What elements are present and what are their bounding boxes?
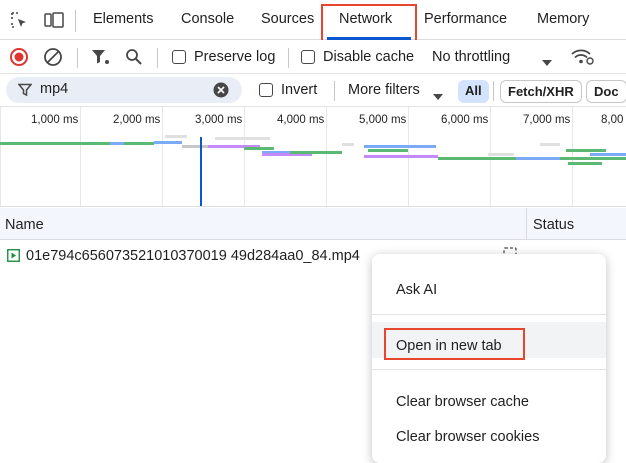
context-menu: Ask AI Open in new tab Clear browser cac… (372, 254, 606, 463)
network-toolbar: Preserve log Disable cache No throttling (0, 40, 626, 74)
menu-item-ask-ai[interactable]: Ask AI (372, 274, 606, 308)
type-filter-all[interactable]: All (458, 80, 489, 103)
overview-bar (368, 149, 408, 152)
tab-console[interactable]: Console (181, 11, 234, 27)
record-stop-icon[interactable] (9, 47, 29, 67)
clear-icon[interactable] (43, 47, 63, 67)
overview-bar (590, 153, 626, 156)
overview-bar (516, 157, 560, 160)
type-filter-fetch-xhr[interactable]: Fetch/XHR (500, 80, 582, 103)
overview-bar (364, 155, 438, 158)
request-name[interactable]: 01e794c656073521010370019 49d284aa0_84.m… (26, 248, 360, 264)
overview-bar (110, 142, 124, 145)
toolbar-separator (157, 48, 158, 68)
media-file-icon (7, 249, 20, 262)
chevron-down-icon[interactable] (433, 88, 443, 100)
tab-elements[interactable]: Elements (93, 11, 153, 27)
tick-label: 1,000 ms (31, 114, 79, 126)
tick-label: 6,000 ms (441, 114, 489, 126)
grid-line (0, 107, 1, 206)
overview-bar (215, 137, 270, 140)
invert-label: Invert (281, 82, 318, 98)
overview-bar (0, 142, 110, 145)
tick-label: 3,000 ms (195, 114, 243, 126)
devtools-tab-bar: Elements Console Sources Network Perform… (0, 0, 626, 40)
clear-filter-icon[interactable] (213, 82, 229, 98)
requests-table-header: Name Status (0, 208, 626, 240)
timeline-cursor-line (200, 137, 202, 206)
disable-cache-label: Disable cache (323, 49, 415, 65)
tab-memory[interactable]: Memory (537, 11, 589, 27)
overview-bar (560, 157, 626, 160)
column-header-name[interactable]: Name (5, 217, 44, 233)
menu-separator (372, 314, 606, 315)
overview-bar (568, 162, 602, 165)
grid-line (80, 107, 81, 206)
filter-icon[interactable] (91, 48, 111, 66)
tick-label: 5,000 ms (359, 114, 407, 126)
toolbar-separator (493, 81, 494, 101)
filter-funnel-icon (17, 83, 33, 97)
preserve-log-label: Preserve log (194, 49, 276, 65)
tick-label: 7,000 ms (523, 114, 571, 126)
toolbar-separator (334, 81, 335, 101)
tab-sources[interactable]: Sources (261, 11, 314, 27)
chevron-down-icon[interactable] (542, 54, 552, 66)
overview-bar (342, 143, 354, 146)
overview-bar (165, 135, 187, 138)
grid-line (244, 107, 245, 206)
column-header-status[interactable]: Status (533, 217, 574, 233)
device-toolbar-icon[interactable] (44, 11, 64, 29)
overview-bar (438, 157, 516, 160)
network-overview-timeline[interactable]: 1,000 ms 2,000 ms 3,000 ms 4,000 ms 5,00… (0, 107, 626, 207)
grid-line (162, 107, 163, 206)
tick-label: 8,00 (601, 114, 624, 126)
menu-item-clear-browser-cache[interactable]: Clear browser cache (372, 386, 606, 420)
tick-label: 2,000 ms (113, 114, 161, 126)
overview-bar (364, 145, 436, 148)
throttling-select[interactable]: No throttling (432, 49, 510, 65)
type-filter-doc[interactable]: Doc (586, 80, 626, 103)
disable-cache-checkbox[interactable] (301, 50, 315, 64)
tab-performance[interactable]: Performance (424, 11, 507, 27)
overview-bar (540, 143, 560, 146)
overview-bar (154, 141, 182, 144)
overview-bar (244, 147, 274, 150)
filter-input-box[interactable]: mp4 (6, 77, 242, 103)
tick-label: 4,000 ms (277, 114, 325, 126)
toolbar-separator (288, 48, 289, 68)
search-icon[interactable] (125, 48, 143, 66)
network-conditions-icon[interactable] (570, 48, 594, 66)
overview-bar (124, 142, 154, 145)
overview-bar (566, 149, 606, 152)
filter-bar: mp4 Invert More filters All Fetch/XHR Do… (0, 74, 626, 107)
invert-checkbox[interactable] (259, 83, 273, 97)
menu-item-clear-browser-cookies[interactable]: Clear browser cookies (372, 421, 606, 455)
more-filters-dropdown[interactable]: More filters (348, 82, 420, 98)
inspect-element-icon[interactable] (10, 11, 28, 29)
preserve-log-checkbox[interactable] (172, 50, 186, 64)
filter-input[interactable]: mp4 (40, 81, 68, 97)
overview-bar (290, 151, 342, 154)
grid-line (326, 107, 327, 206)
tab-divider (75, 10, 76, 32)
toolbar-separator (77, 48, 78, 68)
column-separator[interactable] (526, 208, 527, 240)
open-in-new-tab-highlight-box (384, 328, 525, 360)
menu-separator (372, 369, 606, 370)
network-tab-highlight-box (321, 4, 417, 40)
overview-bar (488, 153, 514, 156)
